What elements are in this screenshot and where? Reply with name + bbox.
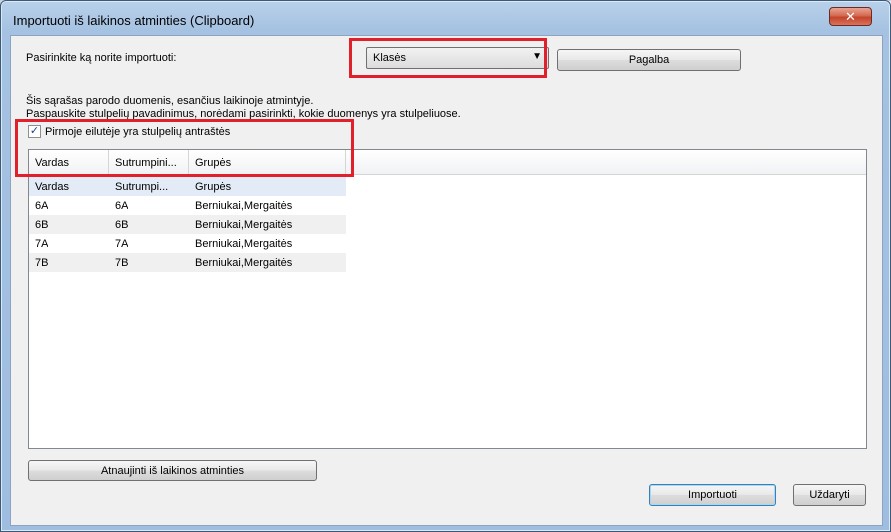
import-button[interactable]: Importuoti	[649, 484, 776, 506]
clipboard-data-grid[interactable]: Vardas Sutrumpini... Grupės Vardas Sutru…	[28, 149, 867, 449]
cell-vardas: 7B	[35, 257, 49, 269]
cell-grupes: Berniukai,Mergaitės	[195, 219, 293, 231]
cell-sutrumpinimas: 7B	[115, 257, 129, 269]
table-row[interactable]: 6B 6B Berniukai,Mergaitės	[29, 215, 346, 234]
table-row[interactable]: 7B 7B Berniukai,Mergaitės	[29, 253, 346, 272]
highlight-import-select	[349, 38, 547, 78]
cell-sutrumpinimas: 7A	[115, 238, 129, 250]
refresh-from-clipboard-button[interactable]: Atnaujinti iš laikinos atminties	[28, 460, 317, 481]
table-row[interactable]: 7A 7A Berniukai,Mergaitės	[29, 234, 346, 253]
cell-vardas: 7A	[35, 238, 49, 250]
cell-vardas: 6A	[35, 200, 49, 212]
cell-sutrumpinimas: Sutrumpi...	[115, 181, 169, 193]
close-icon[interactable]: ✕	[829, 7, 872, 26]
help-button[interactable]: Pagalba	[557, 49, 741, 71]
cell-grupes: Berniukai,Mergaitės	[195, 238, 293, 250]
cell-grupes: Berniukai,Mergaitės	[195, 257, 293, 269]
cell-sutrumpinimas: 6B	[115, 219, 129, 231]
table-row[interactable]: 6A 6A Berniukai,Mergaitės	[29, 196, 346, 215]
cell-grupes: Grupės	[195, 181, 232, 193]
import-dialog: Importuoti iš laikinos atminties (Clipbo…	[0, 0, 891, 532]
dialog-title: Importuoti iš laikinos atminties (Clipbo…	[13, 13, 255, 28]
cell-vardas: 6B	[35, 219, 49, 231]
table-row[interactable]: Vardas Sutrumpi... Grupės	[29, 177, 346, 196]
highlight-header-checkbox	[15, 119, 354, 177]
info-line-1: Šis sąrašas parodo duomenis, esančius la…	[26, 95, 314, 107]
close-button[interactable]: Uždaryti	[793, 484, 866, 506]
cell-sutrumpinimas: 6A	[115, 200, 129, 212]
cell-vardas: Vardas	[35, 181, 70, 193]
cell-grupes: Berniukai,Mergaitės	[195, 200, 293, 212]
import-choice-label: Pasirinkite ką norite importuoti:	[26, 52, 177, 64]
title-bar[interactable]: Importuoti iš laikinos atminties (Clipbo…	[1, 1, 890, 31]
dialog-client-area: Pasirinkite ką norite importuoti: Klasės…	[10, 35, 883, 526]
